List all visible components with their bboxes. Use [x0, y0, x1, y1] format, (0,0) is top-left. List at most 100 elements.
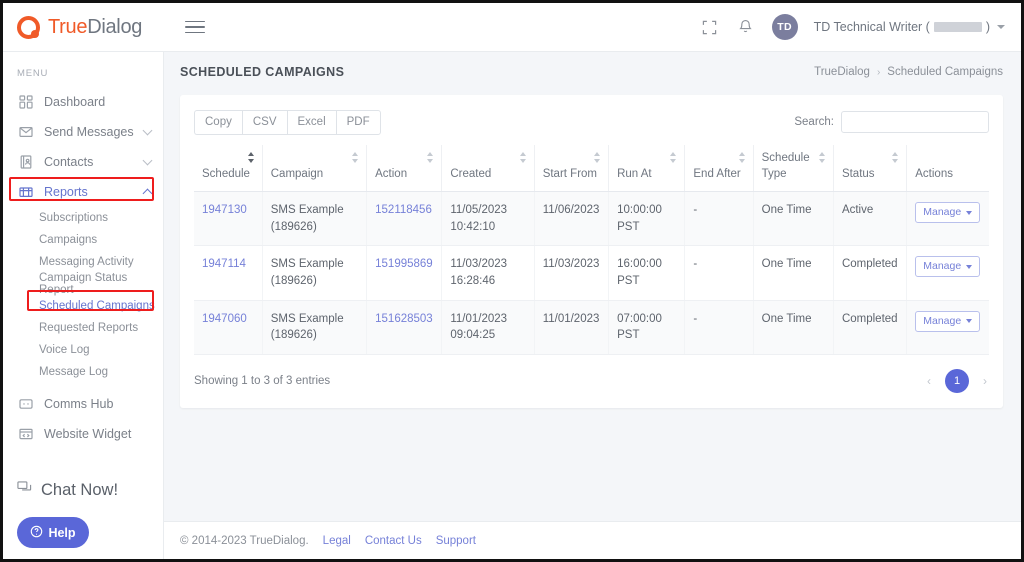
action-link[interactable]: 151628503	[375, 313, 433, 325]
sort-icon[interactable]	[594, 152, 601, 163]
column-header-status[interactable]: Status	[833, 145, 908, 193]
chevron-up-icon	[142, 188, 153, 198]
sidebar-item-label: Dashboard	[44, 95, 106, 109]
sidebar-subitem-campaigns[interactable]: Campaigns	[3, 229, 163, 251]
cell-schedule: 1947130	[194, 191, 263, 247]
action-link[interactable]: 152118456	[375, 204, 432, 216]
sidebar-subitem-voice-log[interactable]: Voice Log	[3, 339, 163, 361]
sidebar-item-label: Reports	[44, 185, 88, 199]
pdf-button[interactable]: PDF	[335, 109, 381, 135]
sidebar-item-label: Comms Hub	[44, 397, 114, 411]
manage-label: Manage	[923, 314, 962, 327]
sidebar-item-dashboard[interactable]: Dashboard	[3, 87, 163, 117]
column-header-campaign[interactable]: Campaign	[262, 145, 368, 193]
sort-icon[interactable]	[670, 152, 677, 163]
user-menu[interactable]: TD Technical Writer ()	[814, 20, 1005, 34]
cell-campaign: SMS Example (189626)	[262, 191, 368, 247]
schedule-link[interactable]: 1947130	[202, 204, 247, 216]
column-header-actions: Actions	[906, 145, 989, 193]
sidebar-subitem-label: Campaign Status Report	[39, 272, 128, 296]
table-row[interactable]: 1947130 SMS Example (189626) 152118456 1…	[194, 191, 989, 247]
brand-logo[interactable]: TrueDialog	[3, 15, 163, 39]
chat-bubbles-icon	[17, 480, 32, 500]
sidebar-item-website-widget[interactable]: Website Widget	[3, 419, 163, 449]
cell-action: 151995869	[366, 245, 443, 301]
sidebar-item-label: Contacts	[44, 155, 94, 169]
sidebar-subitem-requested-reports[interactable]: Requested Reports	[3, 317, 163, 339]
envelope-icon	[17, 125, 34, 139]
schedule-link[interactable]: 1947060	[202, 313, 247, 325]
notifications-bell-icon[interactable]	[736, 17, 756, 37]
table-body: 1947130 SMS Example (189626) 152118456 1…	[194, 191, 989, 356]
copy-button[interactable]: Copy	[194, 109, 242, 135]
brand-text: TrueDialog	[48, 16, 142, 39]
fullscreen-icon[interactable]	[700, 17, 720, 37]
csv-button[interactable]: CSV	[241, 109, 287, 135]
excel-button[interactable]: Excel	[286, 109, 336, 135]
sidebar-item-comms-hub[interactable]: Comms Hub	[3, 389, 163, 419]
column-label: Created	[450, 167, 492, 180]
avatar[interactable]: TD	[771, 14, 798, 40]
sidebar-subitem-scheduled-campaigns[interactable]: Scheduled Campaigns	[3, 295, 163, 317]
sort-icon[interactable]	[738, 152, 746, 163]
chat-now-button[interactable]: Chat Now!	[3, 480, 118, 500]
column-header-end-after[interactable]: End After	[684, 145, 754, 193]
manage-button[interactable]: Manage	[915, 256, 981, 278]
sidebar-subitem-campaign-status-report[interactable]: Campaign Status Report	[3, 272, 163, 296]
sort-icon[interactable]	[818, 152, 826, 163]
user-name-prefix: TD Technical Writer (	[813, 20, 930, 34]
search-area: Search:	[794, 111, 989, 133]
column-header-schedule[interactable]: Schedule	[194, 145, 263, 193]
sidebar-subitem-subscriptions[interactable]: Subscriptions	[3, 207, 163, 229]
help-button[interactable]: Help	[17, 517, 89, 548]
sidebar-subitem-message-log[interactable]: Message Log	[3, 361, 163, 383]
chevron-down-icon	[966, 210, 973, 215]
brand-text-secondary: Dialog	[87, 15, 143, 38]
address-book-icon	[17, 155, 34, 169]
sidebar-item-contacts[interactable]: Contacts	[3, 147, 163, 177]
pagination-page-1[interactable]: 1	[945, 369, 969, 394]
cell-schedule: 1947114	[194, 245, 263, 301]
top-bar: TrueDialog TD TD Technical Writer ()	[3, 3, 1021, 52]
manage-label: Manage	[923, 205, 962, 218]
sort-icon[interactable]	[427, 152, 434, 163]
action-link[interactable]: 151995869	[375, 258, 433, 270]
table-row[interactable]: 1947114 SMS Example (189626) 151995869 1…	[194, 245, 989, 301]
column-header-start-from[interactable]: Start From	[534, 145, 610, 193]
hamburger-menu-icon[interactable]	[185, 16, 207, 38]
footer-link-legal[interactable]: Legal	[323, 535, 351, 547]
question-circle-icon	[30, 525, 43, 541]
sidebar-subitem-messaging-activity[interactable]: Messaging Activity	[3, 251, 163, 273]
sort-icon[interactable]	[892, 152, 899, 163]
cell-start-from: 11/01/2023	[534, 300, 610, 356]
manage-button[interactable]: Manage	[915, 202, 981, 224]
sidebar-subitem-label: Requested Reports	[39, 322, 139, 334]
sort-icon[interactable]	[352, 152, 359, 163]
page-header: SCHEDULED CAMPAIGNS TrueDialog › Schedul…	[164, 52, 1021, 92]
sort-icon[interactable]	[247, 152, 255, 163]
comms-hub-icon	[17, 397, 34, 411]
breadcrumb-item-root[interactable]: TrueDialog	[814, 66, 870, 78]
truedialog-logo-icon	[17, 15, 40, 39]
sidebar-item-reports[interactable]: Reports	[3, 177, 163, 207]
search-input[interactable]	[841, 111, 989, 133]
pagination-prev[interactable]: ‹	[925, 374, 933, 388]
pagination-next[interactable]: ›	[981, 374, 989, 388]
manage-button[interactable]: Manage	[915, 310, 981, 332]
schedule-link[interactable]: 1947114	[202, 258, 246, 270]
column-header-schedule-type[interactable]: Schedule Type	[753, 145, 834, 193]
footer-link-contact-us[interactable]: Contact Us	[365, 535, 422, 547]
page-footer: © 2014-2023 TrueDialog. Legal Contact Us…	[164, 521, 1021, 559]
table-row[interactable]: 1947060 SMS Example (189626) 151628503 1…	[194, 300, 989, 356]
cell-status: Completed	[833, 245, 908, 301]
column-header-run-at[interactable]: Run At	[608, 145, 686, 193]
footer-link-support[interactable]: Support	[436, 535, 476, 547]
sort-icon[interactable]	[519, 152, 527, 163]
column-header-action[interactable]: Action	[366, 145, 443, 193]
sidebar-item-label: Website Widget	[44, 427, 132, 441]
sidebar-subitem-label: Voice Log	[39, 344, 90, 356]
column-header-created[interactable]: Created	[441, 145, 535, 193]
cell-campaign: SMS Example (189626)	[262, 300, 368, 356]
page-title: SCHEDULED CAMPAIGNS	[180, 65, 345, 79]
sidebar-item-send-messages[interactable]: Send Messages	[3, 117, 163, 147]
